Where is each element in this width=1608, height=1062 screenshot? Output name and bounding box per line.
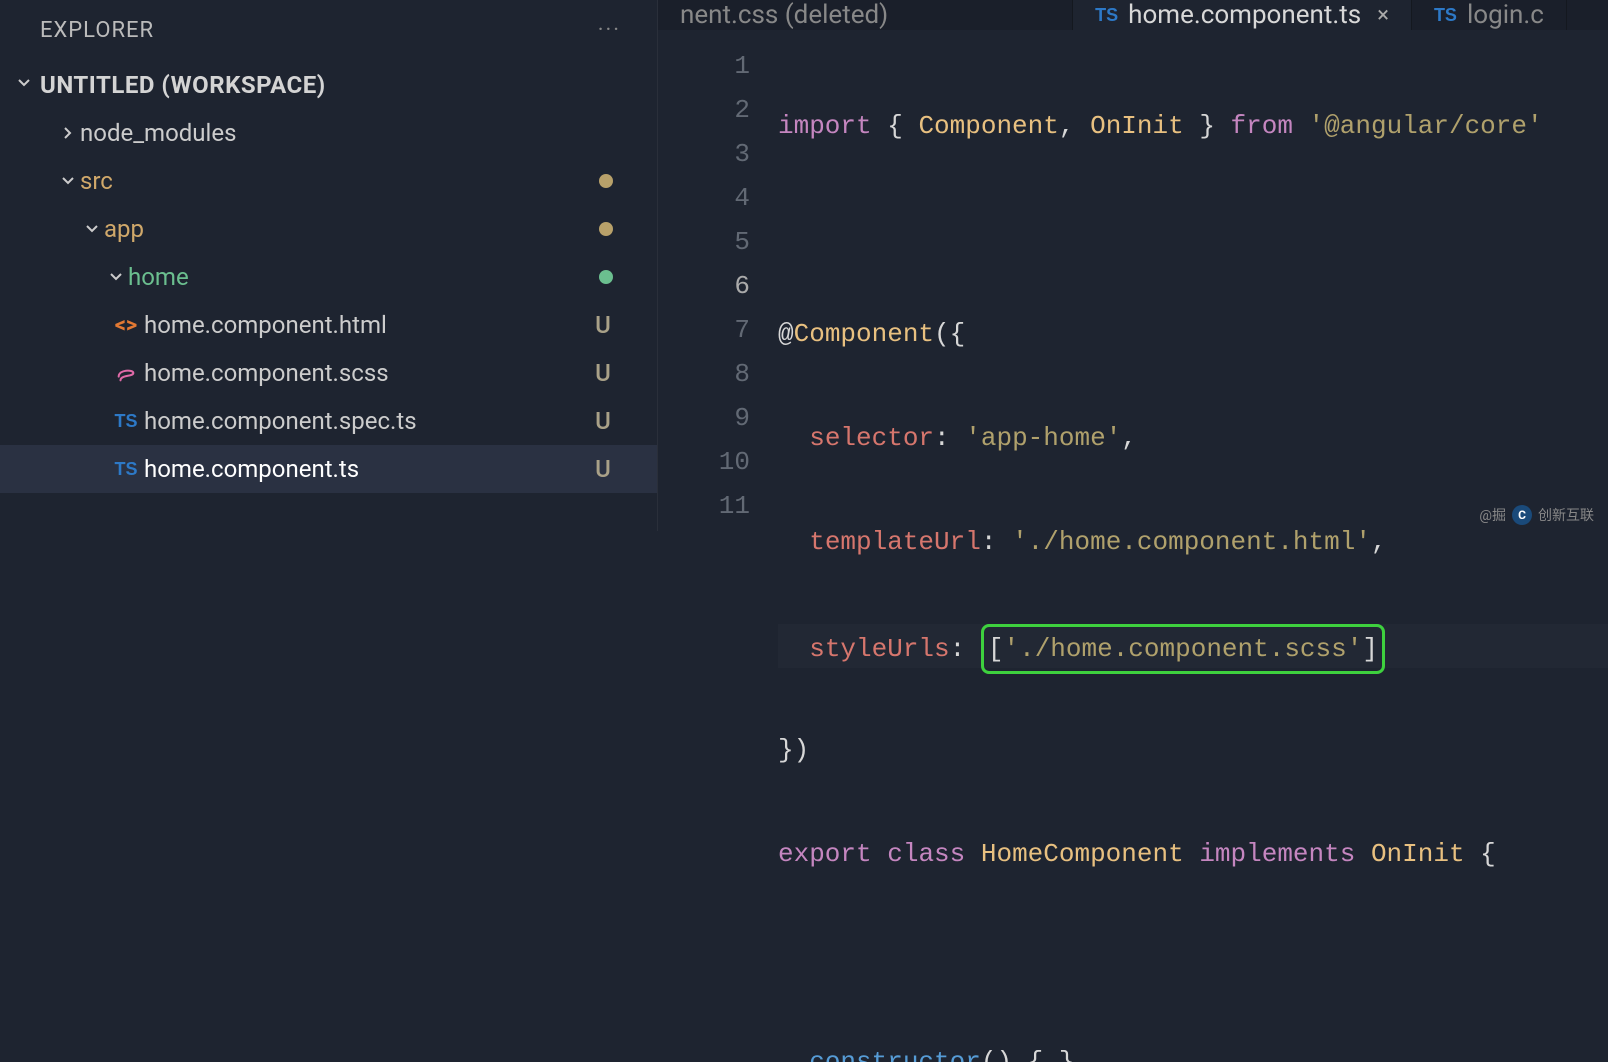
file-label: home.component.spec.ts [144,407,593,435]
file-home-component-spec-ts[interactable]: TS home.component.spec.ts U [0,397,657,445]
line-number: 7 [658,308,778,352]
file-label: home.component.ts [144,455,593,483]
line-number: 11 [658,484,778,528]
watermark: @掘 C 创新互联 [1479,505,1594,525]
tab-label: home.component.ts [1128,0,1361,30]
git-untracked-badge: U [593,407,613,435]
line-number: 5 [658,220,778,264]
code-content[interactable]: import { Component, OnInit } from '@angu… [778,30,1608,1062]
tab-login[interactable]: TS login.c [1412,0,1567,30]
code-line: @Component({ [778,312,1608,356]
chevron-down-icon [16,75,32,96]
editor-tabs: nent.css (deleted) TS home.component.ts … [658,0,1608,30]
chevron-right-icon [56,125,80,141]
ts-file-icon: TS [108,411,144,432]
tab-home-component-ts[interactable]: TS home.component.ts × [1073,0,1412,30]
line-number: 1 [658,44,778,88]
sass-file-icon [108,362,144,384]
git-untracked-badge: U [593,455,613,483]
folder-home[interactable]: home [0,253,657,301]
ts-file-icon: TS [108,459,144,480]
line-number: 6 [658,264,778,308]
line-number: 10 [658,440,778,484]
line-number: 4 [658,176,778,220]
code-line [778,936,1608,980]
highlight-annotation: ['./home.component.scss'] [981,624,1385,674]
folder-label: home [128,263,599,291]
git-untracked-badge: U [593,359,613,387]
chevron-down-icon [80,221,104,237]
file-label: home.component.html [144,311,593,339]
close-icon[interactable]: × [1377,3,1389,28]
explorer-title: EXPLORER [40,18,154,43]
workspace-title: UNTITLED (WORKSPACE) [40,71,326,99]
chevron-down-icon [104,269,128,285]
file-home-component-html[interactable]: <> home.component.html U [0,301,657,349]
untracked-dot-icon [599,270,613,284]
modified-dot-icon [599,222,613,236]
line-number: 9 [658,396,778,440]
code-area[interactable]: 1 2 3 4 5 6 7 8 9 10 11 import { Compone… [658,30,1608,1062]
explorer-sidebar: EXPLORER ··· UNTITLED (WORKSPACE) node_m… [0,0,658,531]
logo-icon: C [1512,505,1532,525]
file-home-component-scss[interactable]: home.component.scss U [0,349,657,397]
file-label: home.component.scss [144,359,593,387]
line-number: 8 [658,352,778,396]
code-line [778,208,1608,252]
explorer-header: EXPLORER ··· [0,0,657,61]
folder-app[interactable]: app [0,205,657,253]
code-line: selector: 'app-home', [778,416,1608,460]
file-home-component-ts[interactable]: TS home.component.ts U [0,445,657,493]
folder-src[interactable]: src [0,157,657,205]
modified-dot-icon [599,174,613,188]
tab-deleted-file[interactable]: nent.css (deleted) [658,0,1073,30]
folder-label: src [80,167,599,195]
folder-label: node_modules [80,119,637,147]
code-line: export class HomeComponent implements On… [778,832,1608,876]
code-line: }) [778,728,1608,772]
ts-file-icon: TS [1095,5,1118,26]
workspace-header[interactable]: UNTITLED (WORKSPACE) [0,61,657,109]
code-line: constructor() { } [778,1040,1608,1062]
code-line: import { Component, OnInit } from '@angu… [778,104,1608,148]
tab-label: login.c [1467,0,1544,30]
ts-file-icon: TS [1434,5,1457,26]
folder-node-modules[interactable]: node_modules [0,109,657,157]
html-file-icon: <> [108,313,144,338]
more-actions-icon[interactable]: ··· [598,18,621,43]
line-number: 2 [658,88,778,132]
editor-pane: nent.css (deleted) TS home.component.ts … [658,0,1608,531]
file-tree: node_modules src app home [0,109,657,493]
line-number-gutter: 1 2 3 4 5 6 7 8 9 10 11 [658,30,778,1062]
code-line-highlighted: styleUrls: ['./home.component.scss'] [778,624,1608,668]
chevron-down-icon [56,173,80,189]
line-number: 3 [658,132,778,176]
code-line: templateUrl: './home.component.html', [778,520,1608,564]
git-untracked-badge: U [593,311,613,339]
folder-label: app [104,215,599,243]
tab-label: nent.css (deleted) [680,0,888,30]
